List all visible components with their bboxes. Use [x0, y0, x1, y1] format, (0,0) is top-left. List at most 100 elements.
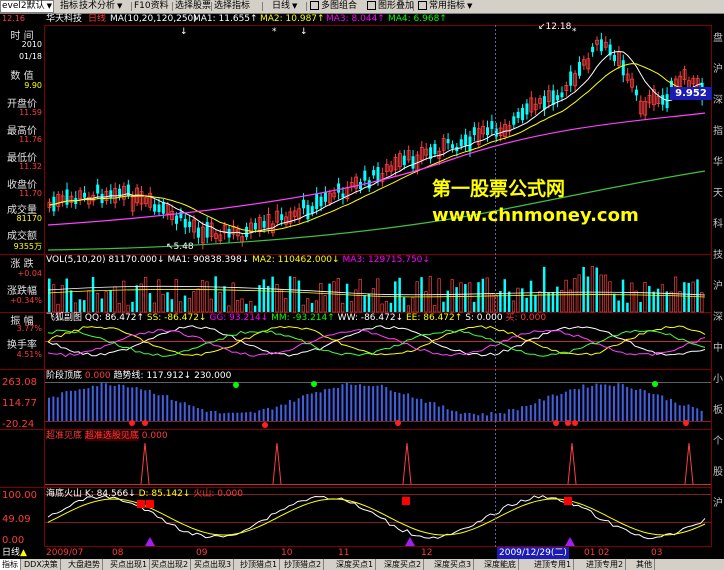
- candle-body: [402, 155, 406, 166]
- candle-body: [446, 139, 450, 144]
- date-label: 03: [651, 548, 663, 558]
- toolbar-item-common-indicators[interactable]: 常用指标 ▼: [418, 0, 472, 13]
- bottom-tab[interactable]: 抄顶猎点1: [238, 559, 281, 570]
- candle-body: [621, 60, 625, 76]
- toolbar-item-period[interactable]: 日线 ▼: [272, 0, 297, 13]
- volume-bar: [626, 302, 629, 312]
- candle-body: [450, 144, 454, 149]
- volume-bar: [384, 300, 389, 313]
- volume-bar: [87, 290, 91, 313]
- volume-bar: [336, 278, 340, 313]
- bottom-tab[interactable]: 深度买点3: [432, 559, 475, 570]
- volume-bar: [643, 282, 647, 313]
- toolbar-item-tech-analysis[interactable]: 技术分析 ▼: [79, 0, 122, 13]
- side-tab-char[interactable]: 深: [712, 91, 724, 106]
- triangle-up-icon: ▲: [20, 548, 27, 558]
- volume-bar: [117, 302, 121, 313]
- bottom-tab[interactable]: 深度买点2: [382, 559, 425, 570]
- candle-body: [367, 180, 371, 189]
- ma-info-line: 12.16 华天科技 日线 MA(10,20,120,250) MA1: 11.…: [0, 13, 724, 25]
- side-tab-char[interactable]: 技: [712, 246, 724, 261]
- side-tab-char[interactable]: 沪: [712, 277, 724, 292]
- candle-body: [512, 116, 516, 125]
- candle-body: [516, 111, 520, 119]
- bottom-tab[interactable]: 进顶专用2: [584, 559, 627, 570]
- kd-d: D: 85.142↓: [138, 489, 191, 499]
- volume-bar: [275, 284, 279, 313]
- candle-body: [464, 134, 468, 146]
- multi-chart-label: 多图组合: [321, 1, 358, 11]
- volume-bar: [91, 277, 95, 312]
- volume-bar: [477, 282, 480, 312]
- side-tab-char[interactable]: 盘: [712, 29, 724, 44]
- bottom-tab[interactable]: 深度买点1: [334, 559, 377, 570]
- volume-bar: [205, 281, 209, 313]
- top-toolbar: evel2默认 ▼ 指标 技术分析 ▼ F10资料 选择股票 选择指标 日线 ▼ 多图…: [0, 0, 724, 14]
- date-label: 10: [281, 548, 293, 558]
- bottom-tab[interactable]: 深度能底: [482, 559, 519, 570]
- bottom-tab[interactable]: 抄顶猎点2: [282, 559, 325, 570]
- period-indicator[interactable]: 日线▲: [2, 547, 27, 559]
- watermark-title: 第一股票公式网: [432, 178, 566, 200]
- super-spike: [567, 442, 577, 485]
- toolbar-item-overlay[interactable]: 图形叠加: [367, 0, 414, 13]
- bottom-tab[interactable]: 指标: [0, 559, 21, 570]
- overlay-icon: [367, 1, 376, 10]
- side-tab-char[interactable]: 深: [712, 308, 724, 323]
- vol-ma3: MA3: 129715.750↓: [342, 255, 430, 265]
- fox-ee: EE: 86.472↑: [406, 313, 463, 323]
- bottom-tab[interactable]: 进顶专用1: [532, 559, 575, 570]
- side-tab-char[interactable]: 科: [712, 215, 724, 230]
- side-tab-char[interactable]: 股: [712, 463, 724, 478]
- volume-bar: [573, 277, 577, 313]
- volume-bar: [126, 304, 130, 313]
- kd-y-top: 100.00: [2, 490, 37, 501]
- volume-bar: [310, 302, 314, 312]
- stage-title-line: 阶段顶底 0.000 趋势线: 117.912↓ 230.000: [46, 371, 231, 382]
- stage-bottom-dot: [572, 420, 578, 426]
- volume-bar: [450, 279, 454, 313]
- bottom-tab[interactable]: DDX决策: [22, 559, 61, 570]
- volume-bar: [245, 303, 248, 312]
- toolbar-item-multi-chart[interactable]: 多图组合: [310, 0, 357, 13]
- volume-bar: [564, 279, 568, 313]
- volume-bar: [481, 278, 485, 312]
- volume-bar: [433, 305, 437, 313]
- volume-bar: [323, 295, 327, 313]
- volume-bar: [174, 279, 178, 313]
- fox-buy: 买: 0.000: [505, 313, 547, 323]
- bottom-tab[interactable]: 买点出现2: [149, 559, 192, 570]
- bottom-tab[interactable]: 买点出现1: [108, 559, 151, 570]
- side-tab-char[interactable]: 指: [712, 122, 724, 137]
- volume-bar: [332, 281, 336, 313]
- level-select[interactable]: evel2默认 ▼: [0, 0, 55, 13]
- volume-bar: [534, 295, 537, 312]
- side-tab-char[interactable]: 小: [712, 370, 724, 385]
- volume-bar: [455, 287, 458, 312]
- kd-k: K: 84.566↓: [84, 489, 136, 499]
- stage-top-dot: [652, 381, 658, 387]
- stage-y-bot: -20.24: [2, 419, 35, 430]
- side-tab-char[interactable]: 个: [712, 432, 724, 447]
- vol-ma1: MA1: 90838.398↓: [167, 255, 250, 265]
- side-tab-char[interactable]: 沪: [712, 494, 724, 509]
- side-tab-char[interactable]: 天: [712, 184, 724, 199]
- side-tab-char[interactable]: 中: [712, 339, 724, 354]
- volume-bar: [60, 285, 64, 313]
- side-tab-char[interactable]: 板: [712, 401, 724, 416]
- volume-bar: [678, 291, 682, 313]
- volume-bar: [639, 302, 642, 312]
- side-tab-char[interactable]: 沪: [712, 60, 724, 75]
- stage-y-mid: 114.77: [2, 398, 37, 409]
- toolbar-item-f10[interactable]: F10资料: [134, 0, 169, 13]
- bottom-tab[interactable]: 买点出现3: [192, 559, 235, 570]
- toolbar-item-indicator[interactable]: 指标: [60, 0, 78, 13]
- volume-bar: [306, 298, 310, 313]
- chart-canvas[interactable]: ↓ * ↓ *: [0, 25, 712, 547]
- side-tab-char[interactable]: 华: [712, 153, 724, 168]
- toolbar-item-select-indicator[interactable]: 选择指标: [214, 0, 250, 13]
- toolbar-item-select-stock[interactable]: 选择股票: [175, 0, 211, 13]
- bottom-tab[interactable]: 大盘趋势: [66, 559, 103, 570]
- volume-bar: [292, 277, 297, 313]
- bottom-tab[interactable]: 其他: [634, 559, 655, 570]
